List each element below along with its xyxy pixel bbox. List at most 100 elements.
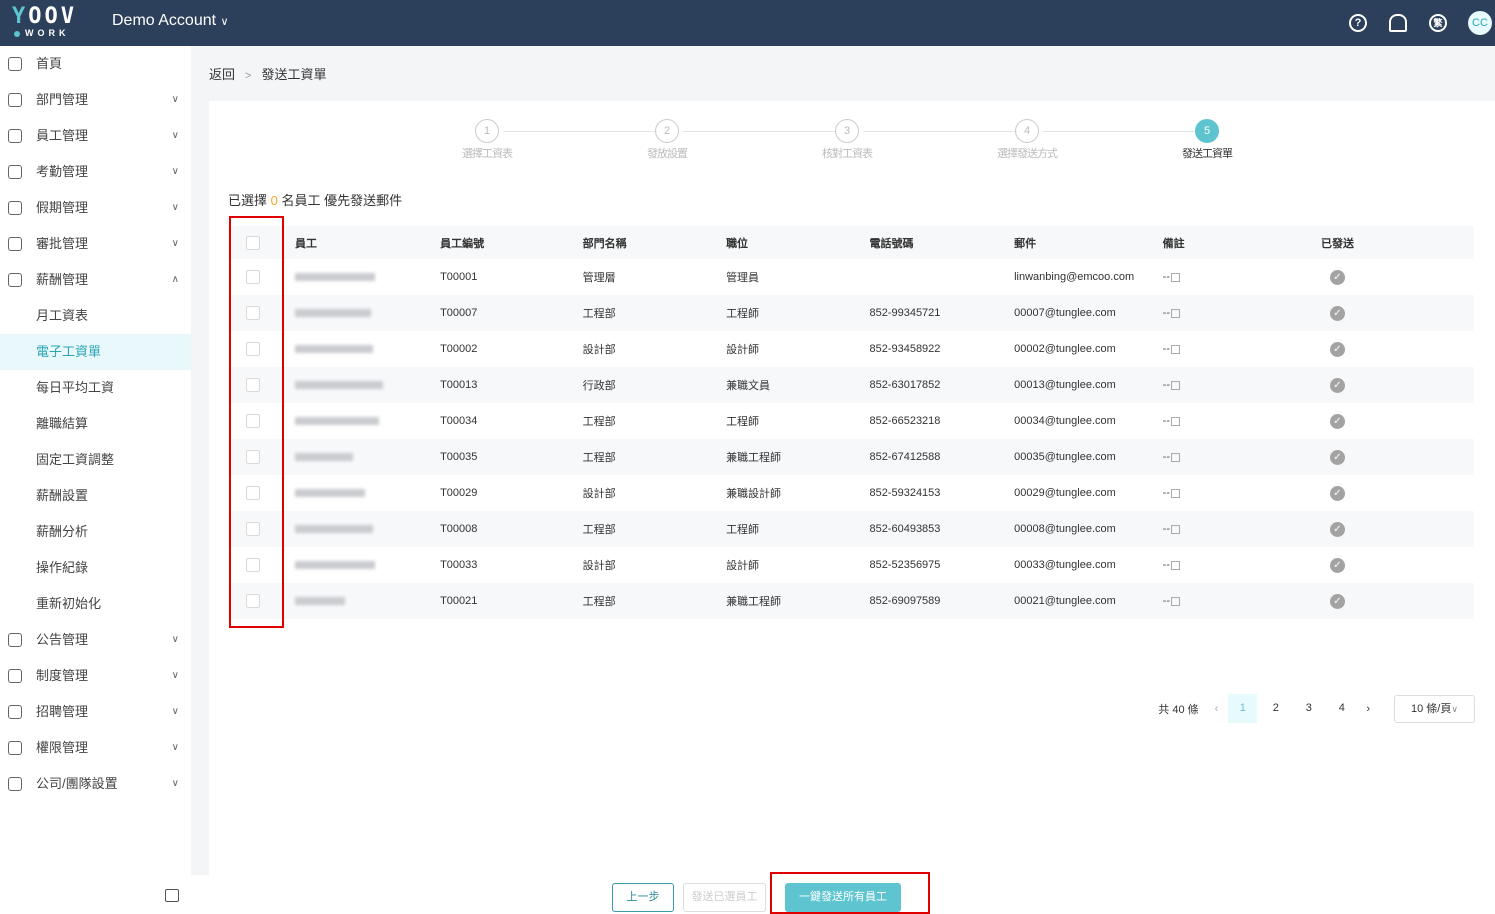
page-size-select[interactable]: 10 條/頁 ∨ [1394,694,1475,723]
edit-icon[interactable] [1170,416,1180,426]
sidebar-item-label: 審批管理 [36,236,89,251]
previous-step-button[interactable]: 上一步 [612,883,674,912]
sidebar-item[interactable]: 薪酬設置 [0,478,191,514]
sidebar-item[interactable]: 操作紀錄 [0,550,191,586]
send-selected-button[interactable]: 發送已選員工 [683,883,766,912]
sidebar-item-label: 員工管理 [36,128,89,143]
cell-id: T00021 [440,583,583,619]
table-row: T00029 設計部 兼職設計師 852-59324153 00029@tunglee.… [228,475,1474,511]
cell-id: T00034 [440,415,478,427]
table-row: T00013 行政部 兼職文員 852-63017852 00013@tunglee.c… [228,367,1474,403]
step-4: 4 選擇發送方式 [977,119,1077,161]
cell-phone [869,259,1014,295]
briefcase-icon [8,705,22,719]
collapse-sidebar-icon[interactable] [165,889,179,902]
sidebar-item[interactable]: 薪酬管理 ∧ [0,262,191,298]
employee-name-blurred [294,561,375,570]
cell-id: T00002 [440,343,478,355]
help-icon[interactable]: ? [1349,14,1367,32]
cell-phone: 852-93458922 [869,343,941,355]
sidebar-item[interactable]: 考勤管理 ∨ [0,154,191,190]
cell-email: 00008@tunglee.com [1014,511,1163,547]
sidebar-item[interactable]: 員工管理 ∨ [0,118,191,154]
step-label: 核對工資表 [822,148,873,160]
cell-dept: 工程部 [582,511,727,547]
edit-icon[interactable] [1170,380,1180,390]
page-2[interactable]: 2 [1261,694,1290,723]
remark-text: -- [1162,559,1170,571]
chevron-down-icon: ∨ [220,16,229,28]
chevron-icon: ∨ [171,94,179,105]
sidebar-item-label: 部門管理 [36,92,89,107]
page-3[interactable]: 3 [1294,694,1323,723]
sidebar-item[interactable]: 公告管理 ∨ [0,622,191,658]
column-header: 員工 [294,237,317,250]
table-row: T00002 設計部 設計師 852-93458922 00002@tunglee.co… [228,331,1474,367]
sent-check-icon: ✓ [1330,557,1345,573]
step-number: 5 [1195,119,1219,143]
remark-text: -- [1162,307,1170,319]
sidebar-item[interactable]: 固定工資調整 [0,442,191,478]
step-label: 選擇工資表 [462,148,513,160]
top-bar: YOOV WORK Demo Account ∨ ? 繁 CC [0,0,1495,46]
bell-icon[interactable] [1389,14,1407,32]
sidebar-item[interactable]: 制度管理 ∨ [0,658,191,694]
highlight-box-send-all [770,872,930,914]
edit-icon[interactable] [1170,488,1180,498]
edit-icon[interactable] [1170,596,1180,606]
next-page-icon[interactable]: › [1366,703,1370,715]
back-link[interactable]: 返回 [209,67,235,82]
account-switcher[interactable]: Demo Account ∨ [112,12,229,30]
cell-dept: 工程部 [582,439,727,475]
cell-email: 00013@tunglee.com [1014,367,1163,403]
chevron-icon: ∨ [171,130,179,141]
avatar[interactable]: CC [1468,11,1492,35]
prev-page-icon[interactable]: ‹ [1215,703,1219,715]
edit-icon[interactable] [1170,560,1180,570]
cell-email: 00035@tunglee.com [1014,439,1163,475]
cell-phone: 852-59324153 [869,487,941,499]
sidebar-item[interactable]: 假期管理 ∨ [0,190,191,226]
building-icon [8,777,22,791]
sidebar-item[interactable]: 每日平均工資 [0,370,191,406]
sidebar-item[interactable]: 首頁 [0,46,191,82]
total-count: 共 40 條 [1158,703,1199,716]
edit-icon[interactable] [1170,308,1180,318]
cell-pos: 兼職工程師 [726,583,870,619]
approval-icon [8,237,22,251]
step-5: 5 發送工資單 [1157,119,1257,161]
sidebar-item[interactable]: 重新初始化 [0,586,191,622]
cell-email: 00002@tunglee.com [1014,343,1116,355]
sidebar-item[interactable]: 電子工資單 [0,334,191,370]
cell-phone: 852-60493853 [869,511,1015,547]
edit-icon[interactable] [1170,344,1180,354]
step-2: 2 發放設置 [617,119,717,161]
language-icon[interactable]: 繁 [1429,14,1447,32]
sidebar-item[interactable]: 月工資表 [0,298,191,334]
yoov-work-logo[interactable]: YOOV WORK [12,6,78,40]
sidebar-item[interactable]: 公司/團隊設置 ∨ [0,766,191,802]
page-4[interactable]: 4 [1327,694,1356,723]
content-card: 1 選擇工資表 2 發放設置 3 核對工資表 4 選擇發送方式 5 發送工資單 已選擇 0 名員工… [209,101,1495,875]
sidebar-item[interactable]: 權限管理 ∨ [0,730,191,766]
edit-icon[interactable] [1170,452,1180,462]
step-number: 2 [655,119,679,143]
step-number: 3 [835,119,859,143]
sidebar-item[interactable]: 招聘管理 ∨ [0,694,191,730]
cell-dept: 設計部 [582,488,616,500]
edit-icon[interactable] [1170,272,1180,282]
sidebar-item[interactable]: 審批管理 ∨ [0,226,191,262]
edit-icon[interactable] [1170,524,1180,534]
sidebar-item-label: 薪酬分析 [36,524,89,539]
remark-text: -- [1162,379,1170,391]
sidebar-item-label: 首頁 [36,56,63,71]
page-1[interactable]: 1 [1228,694,1258,723]
sidebar-item[interactable]: 部門管理 ∨ [0,82,191,118]
sent-check-icon: ✓ [1330,521,1345,537]
sidebar-item[interactable]: 離職結算 [0,406,191,442]
sent-check-icon: ✓ [1330,449,1345,465]
remark-text: -- [1162,595,1170,607]
cell-id: T00035 [440,439,583,475]
sidebar-item[interactable]: 薪酬分析 [0,514,191,550]
selection-info: 已選擇 0 名員工 優先發送郵件 [228,193,403,208]
